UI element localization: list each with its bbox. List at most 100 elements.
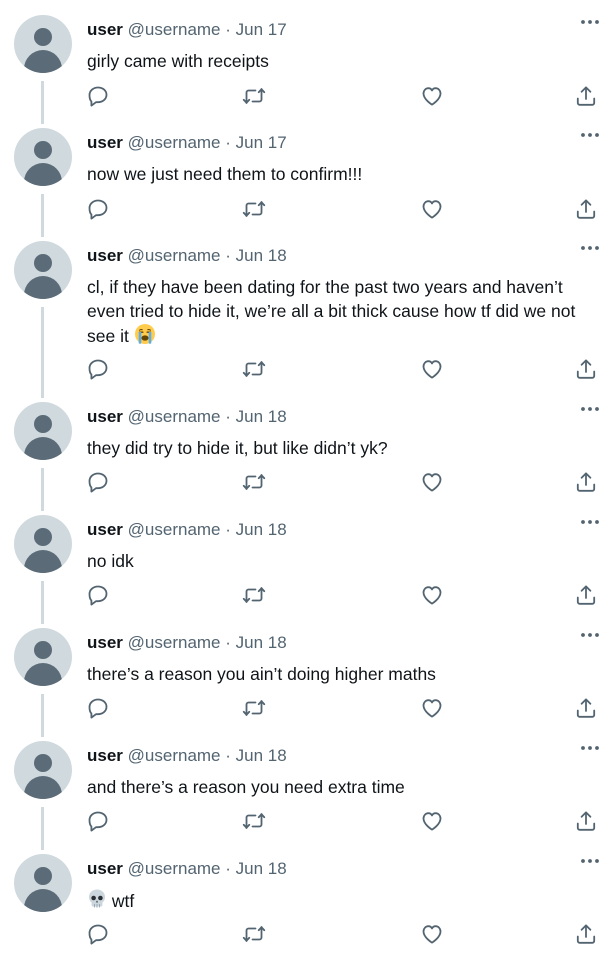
- tweet-text-content: wtf: [111, 891, 135, 911]
- tweet-text: there’s a reason you ain’t doing higher …: [87, 662, 602, 686]
- reply-icon[interactable]: [86, 197, 110, 221]
- tweet-text-content: now we just need them to confirm!!!: [87, 164, 363, 184]
- avatar[interactable]: [14, 854, 72, 912]
- retweet-icon[interactable]: [242, 357, 266, 381]
- user-handle[interactable]: @username: [128, 746, 221, 765]
- loudly-crying-face-emoji: [134, 324, 156, 346]
- tweet-actions: [0, 197, 616, 221]
- share-icon[interactable]: [574, 809, 598, 833]
- tweet-text-content: no idk: [87, 551, 134, 571]
- user-handle[interactable]: @username: [128, 633, 221, 652]
- retweet-icon[interactable]: [242, 84, 266, 108]
- reply-icon[interactable]: [86, 583, 110, 607]
- tweet-date[interactable]: Jun 18: [236, 746, 287, 765]
- more-horizontal-icon[interactable]: [579, 17, 601, 31]
- user-handle[interactable]: @username: [128, 246, 221, 265]
- tweet-header: user @username · Jun 18: [87, 245, 287, 267]
- skull-emoji: [87, 889, 107, 911]
- share-icon[interactable]: [574, 357, 598, 381]
- tweet-header: user @username · Jun 18: [87, 858, 287, 880]
- tweet-text-content: there’s a reason you ain’t doing higher …: [87, 664, 436, 684]
- display-name[interactable]: user: [87, 633, 123, 652]
- user-handle[interactable]: @username: [128, 407, 221, 426]
- like-heart-icon[interactable]: [420, 583, 444, 607]
- share-icon[interactable]: [574, 696, 598, 720]
- tweet-actions: [0, 922, 616, 946]
- user-handle[interactable]: @username: [128, 520, 221, 539]
- tweet-date[interactable]: Jun 18: [236, 520, 287, 539]
- display-name[interactable]: user: [87, 520, 123, 539]
- share-icon[interactable]: [574, 583, 598, 607]
- tweet-text: wtf: [87, 888, 602, 913]
- retweet-icon[interactable]: [242, 470, 266, 494]
- like-heart-icon[interactable]: [420, 84, 444, 108]
- retweet-icon[interactable]: [242, 583, 266, 607]
- tweet-date[interactable]: Jun 17: [236, 133, 287, 152]
- separator-dot: ·: [225, 133, 231, 152]
- like-heart-icon[interactable]: [420, 357, 444, 381]
- user-handle[interactable]: @username: [128, 20, 221, 39]
- tweet-text: cl, if they have been dating for the pas…: [87, 275, 602, 348]
- separator-dot: ·: [225, 859, 231, 878]
- more-horizontal-icon[interactable]: [579, 404, 601, 418]
- more-horizontal-icon[interactable]: [579, 743, 601, 757]
- tweet-text: and there’s a reason you need extra time: [87, 775, 602, 799]
- like-heart-icon[interactable]: [420, 197, 444, 221]
- reply-icon[interactable]: [86, 357, 110, 381]
- share-icon[interactable]: [574, 470, 598, 494]
- tweet-actions: [0, 84, 616, 108]
- display-name[interactable]: user: [87, 246, 123, 265]
- more-horizontal-icon[interactable]: [579, 243, 601, 257]
- avatar[interactable]: [14, 15, 72, 73]
- tweet-actions: [0, 583, 616, 607]
- tweet-header: user @username · Jun 18: [87, 632, 287, 654]
- reply-icon[interactable]: [86, 809, 110, 833]
- display-name[interactable]: user: [87, 407, 123, 426]
- tweet-date[interactable]: Jun 18: [236, 859, 287, 878]
- like-heart-icon[interactable]: [420, 809, 444, 833]
- user-handle[interactable]: @username: [128, 859, 221, 878]
- reply-icon[interactable]: [86, 922, 110, 946]
- avatar[interactable]: [14, 241, 72, 299]
- retweet-icon[interactable]: [242, 197, 266, 221]
- share-icon[interactable]: [574, 84, 598, 108]
- more-horizontal-icon[interactable]: [579, 517, 601, 531]
- tweet-date[interactable]: Jun 17: [236, 20, 287, 39]
- tweet-text: no idk: [87, 549, 602, 573]
- tweet-date[interactable]: Jun 18: [236, 407, 287, 426]
- retweet-icon[interactable]: [242, 809, 266, 833]
- more-horizontal-icon[interactable]: [579, 630, 601, 644]
- display-name[interactable]: user: [87, 20, 123, 39]
- reply-icon[interactable]: [86, 84, 110, 108]
- reply-icon[interactable]: [86, 696, 110, 720]
- more-horizontal-icon[interactable]: [579, 856, 601, 870]
- display-name[interactable]: user: [87, 859, 123, 878]
- retweet-icon[interactable]: [242, 922, 266, 946]
- tweet-header: user @username · Jun 18: [87, 406, 287, 428]
- display-name[interactable]: user: [87, 746, 123, 765]
- user-handle[interactable]: @username: [128, 133, 221, 152]
- avatar[interactable]: [14, 628, 72, 686]
- share-icon[interactable]: [574, 922, 598, 946]
- thread-connector-line: [41, 307, 44, 398]
- like-heart-icon[interactable]: [420, 696, 444, 720]
- avatar[interactable]: [14, 402, 72, 460]
- separator-dot: ·: [225, 407, 231, 426]
- retweet-icon[interactable]: [242, 696, 266, 720]
- separator-dot: ·: [225, 633, 231, 652]
- like-heart-icon[interactable]: [420, 922, 444, 946]
- avatar[interactable]: [14, 515, 72, 573]
- tweet-date[interactable]: Jun 18: [236, 633, 287, 652]
- display-name[interactable]: user: [87, 133, 123, 152]
- avatar[interactable]: [14, 741, 72, 799]
- reply-icon[interactable]: [86, 470, 110, 494]
- tweet-text: they did try to hide it, but like didn’t…: [87, 436, 602, 460]
- tweet-actions: [0, 696, 616, 720]
- more-horizontal-icon[interactable]: [579, 130, 601, 144]
- share-icon[interactable]: [574, 197, 598, 221]
- tweet-date[interactable]: Jun 18: [236, 246, 287, 265]
- avatar[interactable]: [14, 128, 72, 186]
- tweet-actions: [0, 357, 616, 381]
- tweet-actions: [0, 470, 616, 494]
- like-heart-icon[interactable]: [420, 470, 444, 494]
